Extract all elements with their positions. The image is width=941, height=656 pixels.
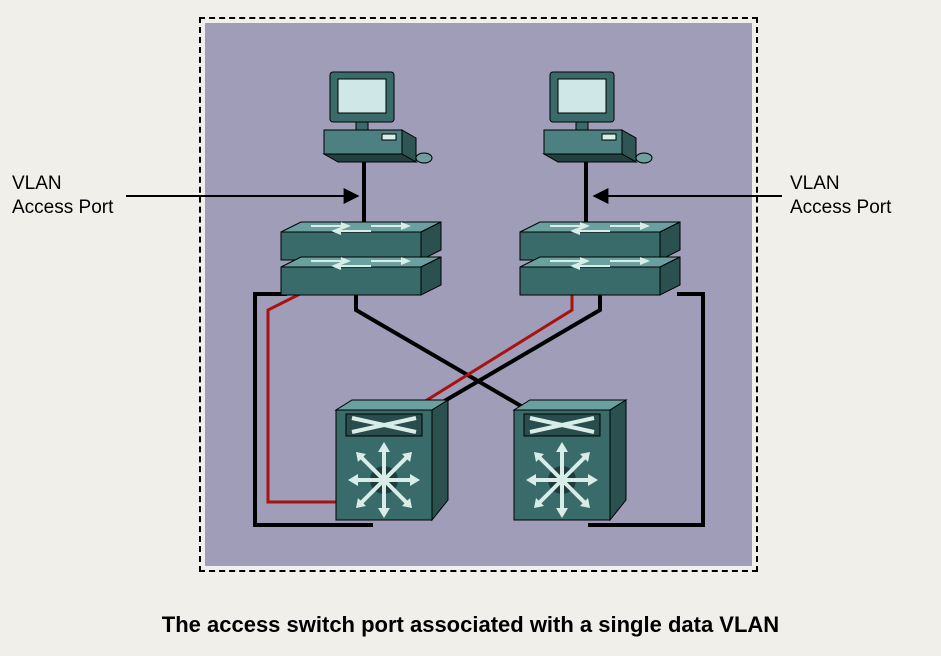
switch-upper-left-icon (281, 222, 441, 260)
workstation-left-icon (324, 72, 432, 163)
diagram-caption: The access switch port associated with a… (0, 612, 941, 638)
workstation-right-icon (544, 72, 652, 163)
switch-lower-left-icon (281, 257, 441, 295)
core-switch-left-icon (336, 400, 448, 520)
label-vlan-access-port-left: VLAN Access Port (12, 172, 113, 220)
link-swR-coreL-red (398, 294, 572, 418)
label-vlan-access-port-right: VLAN Access Port (790, 172, 891, 220)
switch-upper-right-icon (520, 222, 680, 260)
label-right-line2: Access Port (790, 197, 891, 218)
links-layer (255, 162, 703, 525)
diagram-svg (0, 0, 941, 656)
core-switch-right-icon (514, 400, 626, 520)
label-left-line2: Access Port (12, 197, 113, 218)
switch-lower-right-icon (520, 257, 680, 295)
diagram-stage: VLAN Access Port VLAN Access Port The ac… (0, 0, 941, 656)
label-left-line1: VLAN (12, 173, 62, 194)
label-right-line1: VLAN (790, 173, 840, 194)
